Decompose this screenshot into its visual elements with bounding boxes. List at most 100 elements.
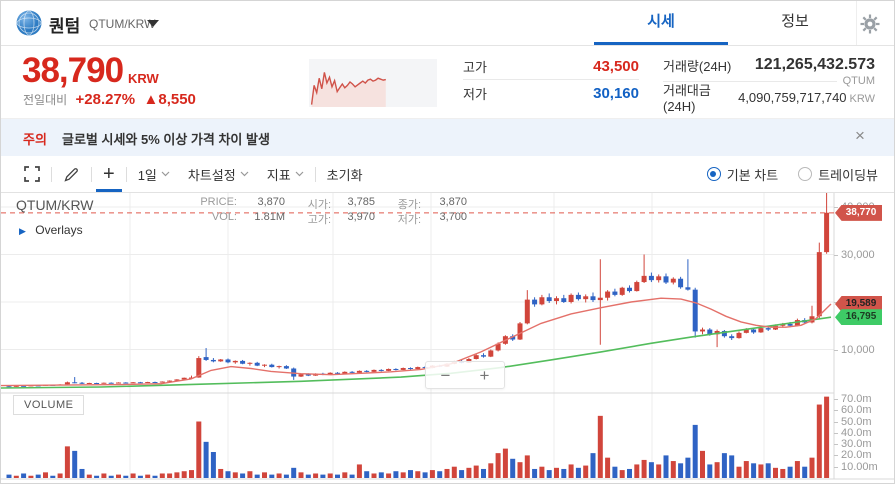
volume-bar: [787, 466, 793, 478]
candlestick: [517, 323, 523, 340]
volume-axis-label: 40.0m: [841, 426, 872, 439]
tick-mark: [834, 421, 838, 423]
candlestick: [619, 287, 625, 295]
volume-bar: [641, 459, 647, 478]
add-indicator-button[interactable]: +: [94, 156, 124, 192]
volume-bar: [429, 470, 435, 478]
candlestick: [670, 278, 676, 283]
tick-mark: [834, 410, 838, 412]
volume-bar: [123, 475, 129, 478]
tab-info[interactable]: 정보: [728, 1, 862, 42]
volume-bar: [86, 474, 92, 478]
indicators-dropdown[interactable]: 지표: [258, 156, 313, 192]
sparkline-chart: [309, 59, 437, 107]
value24-label: 거래대금(24H): [663, 83, 711, 114]
volume-bar: [495, 453, 501, 478]
volume-bar: [422, 472, 428, 478]
candlestick: [159, 381, 165, 383]
candlestick: [393, 368, 399, 370]
volume-bar: [232, 472, 238, 478]
chart-settings-dropdown[interactable]: 차트설정: [179, 156, 258, 192]
volume-axis-label: 20.0m: [841, 449, 872, 462]
candlestick: [79, 382, 85, 384]
low-label: 저가: [463, 86, 487, 102]
volume-bar: [758, 464, 764, 478]
triangle-right-icon: ▶: [19, 226, 26, 236]
price-axis-gutter[interactable]: 40,00030,00020,00010,00070.0m60.0m50.0m4…: [834, 192, 894, 479]
volume-bar: [335, 474, 340, 478]
volume-stats: 거래량(24H) 121,265,432.573 QTUM 거래대금(24H) …: [663, 53, 875, 114]
volume-bar: [583, 465, 589, 478]
candlestick: [641, 275, 647, 283]
candlestick: [824, 212, 830, 253]
volume-bar: [532, 468, 538, 478]
coin-select-caret-icon[interactable]: [147, 20, 159, 27]
candlestick: [685, 287, 691, 290]
basic-chart-radio[interactable]: 기본 차트: [706, 165, 778, 184]
interval-dropdown[interactable]: 1일: [129, 156, 179, 192]
zoom-out-button[interactable]: −: [441, 367, 451, 384]
volume-bar: [64, 446, 70, 478]
volume-bar: [408, 470, 413, 478]
candlestick: [692, 289, 698, 332]
tab-price[interactable]: 시세: [594, 1, 728, 42]
active-tab-underline: [594, 42, 728, 45]
volume-bar: [43, 472, 48, 478]
volume-bar: [678, 463, 684, 478]
volume-bar: [700, 450, 705, 478]
volume-bar: [444, 468, 450, 478]
chart-symbol: QTUM/KRW: [16, 197, 94, 213]
tick-mark: [834, 466, 838, 468]
volume-bar: [210, 452, 216, 478]
price-badge: 38,770: [835, 204, 882, 221]
tradingview-radio[interactable]: 트레이딩뷰: [798, 165, 878, 184]
draw-button[interactable]: [54, 156, 89, 192]
warning-message: 글로벌 시세와 5% 이상 가격 차이 발생: [62, 132, 270, 147]
candlestick: [590, 296, 596, 301]
candlestick: [349, 371, 355, 373]
volume-bar: [634, 464, 640, 478]
volume-bar: [524, 455, 530, 478]
fullscreen-button[interactable]: [15, 156, 49, 192]
candlestick: [408, 368, 413, 370]
candlestick: [130, 382, 136, 384]
volume-bar: [196, 421, 202, 478]
candlestick: [729, 336, 735, 339]
candlestick: [488, 350, 494, 357]
volume-bar: [247, 471, 253, 478]
volume-bar: [802, 466, 808, 478]
candlestick: [597, 297, 603, 301]
volume-bar: [612, 466, 618, 478]
candlestick: [269, 364, 275, 368]
volume-bar: [816, 404, 822, 478]
close-icon[interactable]: ×: [855, 126, 865, 146]
chart-zoom-control: − +: [425, 361, 505, 389]
volume-bar: [466, 467, 472, 478]
high-low-stats: 고가 43,500 저가 30,160: [463, 53, 639, 106]
low-value: 30,160: [593, 84, 639, 102]
candlestick: [648, 275, 654, 281]
volume-bar: [743, 461, 749, 478]
candlestick: [210, 359, 216, 362]
zoom-in-button[interactable]: +: [480, 367, 490, 384]
volume-bar: [305, 474, 311, 478]
gear-icon[interactable]: [859, 13, 881, 35]
ma-fast-line: [1, 297, 832, 387]
volume-bar: [685, 457, 691, 478]
candlestick: [415, 367, 421, 369]
radio-unselected-icon: [798, 167, 813, 181]
volume-bar: [729, 455, 735, 478]
candlestick: [64, 382, 70, 385]
volume-bar: [619, 470, 625, 478]
chevron-down-icon: [161, 171, 170, 177]
candlestick: [116, 382, 121, 384]
volume-bar: [751, 463, 757, 478]
reset-button[interactable]: 초기화: [318, 156, 372, 192]
value24-value: 4,090,759,717,740 KRW: [738, 89, 875, 105]
volume-bar: [349, 474, 355, 478]
candlestick: [94, 382, 100, 384]
volume-bar: [225, 471, 231, 478]
overlays-toggle[interactable]: ▶ Overlays: [19, 223, 83, 237]
warning-badge: 주의: [23, 132, 47, 147]
high-value: 43,500: [593, 57, 639, 75]
